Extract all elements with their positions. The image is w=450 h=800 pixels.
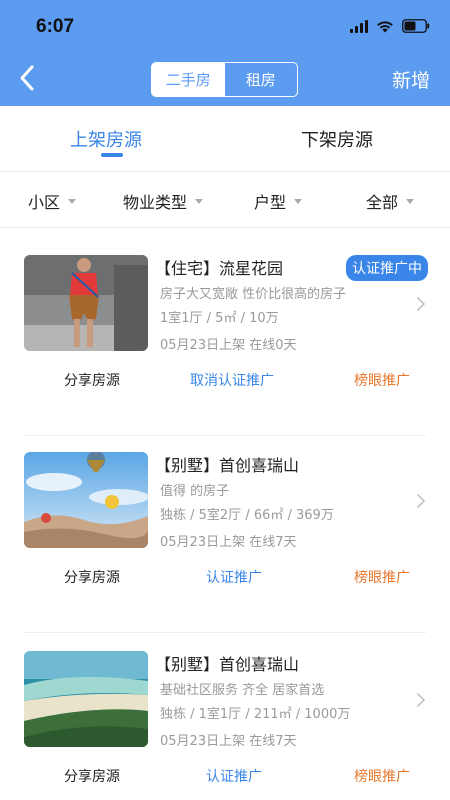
- listing-actions: 分享房源 认证推广 榜眼推广: [0, 766, 450, 790]
- listing-actions: 分享房源 认证推广 榜眼推广: [0, 567, 450, 591]
- certified-promotion-badge: 认证推广中: [346, 255, 428, 281]
- caret-down-icon: [406, 198, 415, 204]
- chevron-left-icon: [20, 65, 34, 91]
- listing-actions: 分享房源 取消认证推广 榜眼推广: [0, 370, 450, 394]
- aerial-coastline-photo-image: [24, 651, 148, 747]
- filter-all-label: 全部: [366, 193, 399, 212]
- status-bar: 6:07: [0, 0, 450, 52]
- listing-type-segmented-control: 二手房 租房: [151, 62, 298, 97]
- chevron-right-icon[interactable]: [416, 296, 426, 312]
- listing-date: 05月23日上架 在线7天: [160, 734, 297, 749]
- listing-card[interactable]: 【住宅】流星花园 认证推广中 房子大又宽敞 性价比很高的房子 1室1厅 / 5㎡…: [0, 240, 450, 436]
- caret-down-icon: [195, 198, 204, 204]
- tab-on-shelf[interactable]: 上架房源: [70, 126, 142, 152]
- listing-description: 房子大又宽敞 性价比很高的房子: [160, 287, 347, 302]
- listing-status-tabs: 上架房源 下架房源: [0, 106, 450, 172]
- listing-separator: [24, 632, 426, 633]
- caret-down-icon: [294, 198, 303, 204]
- listing-photo: [24, 452, 148, 548]
- listing-photo: [24, 651, 148, 747]
- listing-description: 基础社区服务 齐全 居家首选: [160, 683, 325, 698]
- listing-title: 【别墅】首创喜瑞山: [155, 655, 300, 674]
- section-divider: [0, 228, 450, 240]
- segment-rental[interactable]: 租房: [225, 63, 298, 96]
- filter-property-type-label: 物业类型: [123, 193, 188, 212]
- tab-off-shelf[interactable]: 下架房源: [301, 126, 373, 152]
- back-button[interactable]: [16, 62, 42, 94]
- featured-promotion-button[interactable]: 榜眼推广: [354, 567, 410, 587]
- caret-down-icon: [68, 198, 77, 204]
- listing-card[interactable]: 【别墅】首创喜瑞山 值得 的房子 独栋 / 5室2厅 / 66㎡ / 369万 …: [0, 437, 450, 633]
- cellular-signal-icon: [350, 19, 368, 33]
- share-listing-button[interactable]: 分享房源: [64, 370, 120, 390]
- chevron-right-icon[interactable]: [416, 692, 426, 708]
- add-button[interactable]: 新增: [392, 66, 430, 93]
- share-listing-button[interactable]: 分享房源: [64, 766, 120, 786]
- listing-title: 【别墅】首创喜瑞山: [155, 456, 300, 475]
- featured-promotion-button[interactable]: 榜眼推广: [354, 370, 410, 390]
- listing-date: 05月23日上架 在线0天: [160, 338, 297, 353]
- listing-specs: 独栋 / 5室2厅 / 66㎡ / 369万: [160, 508, 334, 523]
- status-icons: [350, 19, 430, 33]
- listing-date: 05月23日上架 在线7天: [160, 535, 297, 550]
- listing-photo: [24, 255, 148, 351]
- fashion-model-photo-image: [24, 255, 148, 351]
- filter-community-label: 小区: [28, 193, 61, 212]
- certification-promotion-button[interactable]: 认证推广: [206, 766, 262, 786]
- share-listing-button[interactable]: 分享房源: [64, 567, 120, 587]
- listing-description: 值得 的房子: [160, 484, 230, 499]
- app-header: 6:07 二手房 租房 新增: [0, 0, 450, 106]
- hot-air-balloons-photo-image: [24, 452, 148, 548]
- listing-separator: [24, 435, 426, 436]
- filter-community[interactable]: 小区: [28, 189, 77, 213]
- chevron-right-icon[interactable]: [416, 493, 426, 509]
- battery-icon: [402, 19, 430, 33]
- segment-second-hand[interactable]: 二手房: [152, 63, 225, 96]
- filter-layout[interactable]: 户型: [254, 189, 303, 213]
- filter-bar: 小区 物业类型 户型 全部: [0, 172, 450, 228]
- active-tab-indicator: [101, 153, 123, 157]
- listing-specs: 独栋 / 1室1厅 / 211㎡ / 1000万: [160, 707, 351, 722]
- cancel-certification-button[interactable]: 取消认证推广: [190, 370, 274, 390]
- listing-card[interactable]: 【别墅】首创喜瑞山 基础社区服务 齐全 居家首选 独栋 / 1室1厅 / 211…: [0, 636, 450, 800]
- filter-property-type[interactable]: 物业类型: [123, 189, 204, 213]
- certification-promotion-button[interactable]: 认证推广: [206, 567, 262, 587]
- listing-specs: 1室1厅 / 5㎡ / 10万: [160, 311, 279, 326]
- listing-title: 【住宅】流星花园: [155, 259, 284, 278]
- wifi-icon: [376, 20, 394, 33]
- filter-layout-label: 户型: [254, 193, 287, 212]
- status-time: 6:07: [36, 16, 75, 37]
- filter-all[interactable]: 全部: [366, 189, 415, 213]
- featured-promotion-button[interactable]: 榜眼推广: [354, 766, 410, 786]
